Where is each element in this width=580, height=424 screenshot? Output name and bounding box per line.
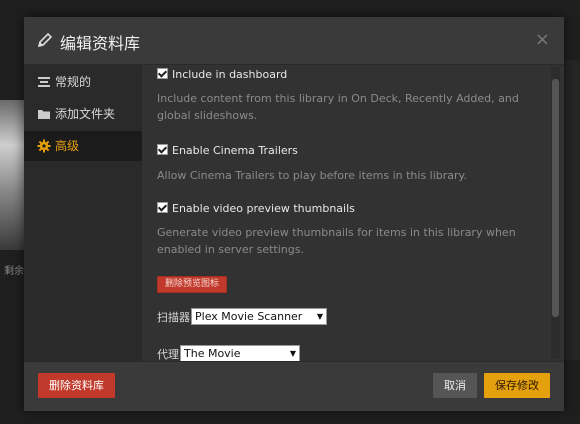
agent-label: 代理 [157,348,179,361]
video-preview-checkbox[interactable] [157,202,168,213]
sidebar-item-advanced[interactable]: 高级 [24,131,142,161]
content-scrollbar[interactable] [551,67,560,359]
sidebar-item-add-folder[interactable]: 添加文件夹 [24,99,142,129]
sidebar-item-label: 高级 [55,139,80,153]
scanner-select[interactable]: Plex Movie Scanner ▼ [191,308,327,325]
dropdown-arrow-icon: ▼ [289,349,296,358]
sidebar-item-label: 常规的 [55,75,92,89]
sidebar-item-general[interactable]: 常规的 [24,67,142,97]
edit-library-dialog: 编辑资料库 × 常规的 添加文件夹 高级 Include in dashboar… [24,17,564,411]
close-icon[interactable]: × [535,29,550,50]
option-description: Generate video preview thumbnails for it… [157,226,516,256]
include-dashboard-option[interactable]: Include in dashboard [157,68,287,81]
option-label: Enable video preview thumbnails [172,202,355,215]
save-button[interactable]: 保存修改 [484,373,550,398]
gear-icon [37,139,51,153]
pencil-icon [37,32,53,48]
sidebar-item-label: 添加文件夹 [55,107,116,121]
scanner-label: 扫描器 [157,311,190,324]
folder-icon [38,110,50,119]
agent-select[interactable]: The Movie Database ▼ [180,345,300,361]
agent-value: The Movie Database [184,347,241,360]
delete-library-button[interactable]: 删除资料库 [38,373,115,398]
cinema-trailers-checkbox[interactable] [157,144,168,155]
cancel-button[interactable]: 取消 [433,373,477,398]
list-icon [38,77,50,87]
background-caption: 剩余 [4,266,24,277]
scanner-value: Plex Movie Scanner [195,310,303,323]
option-description: Include content from this library in On … [157,92,519,122]
video-preview-option[interactable]: Enable video preview thumbnails [157,202,355,215]
dialog-footer: 删除资料库 取消 保存修改 [24,361,564,411]
settings-sidebar: 常规的 添加文件夹 高级 [24,65,142,361]
delete-previews-button[interactable]: 删除预览图标 [157,276,228,293]
option-label: Include in dashboard [172,68,288,81]
cinema-trailers-option[interactable]: Enable Cinema Trailers [157,144,298,157]
include-dashboard-checkbox[interactable] [157,68,168,79]
option-label: Enable Cinema Trailers [172,144,298,157]
scrollbar-thumb[interactable] [552,79,559,317]
dropdown-arrow-icon: ▼ [316,312,323,321]
dialog-title: 编辑资料库 [60,34,141,53]
advanced-settings-panel: Include in dashboard Include content fro… [142,65,550,361]
dialog-header: 编辑资料库 × [24,17,564,65]
option-description: Allow Cinema Trailers to play before ite… [157,169,467,182]
